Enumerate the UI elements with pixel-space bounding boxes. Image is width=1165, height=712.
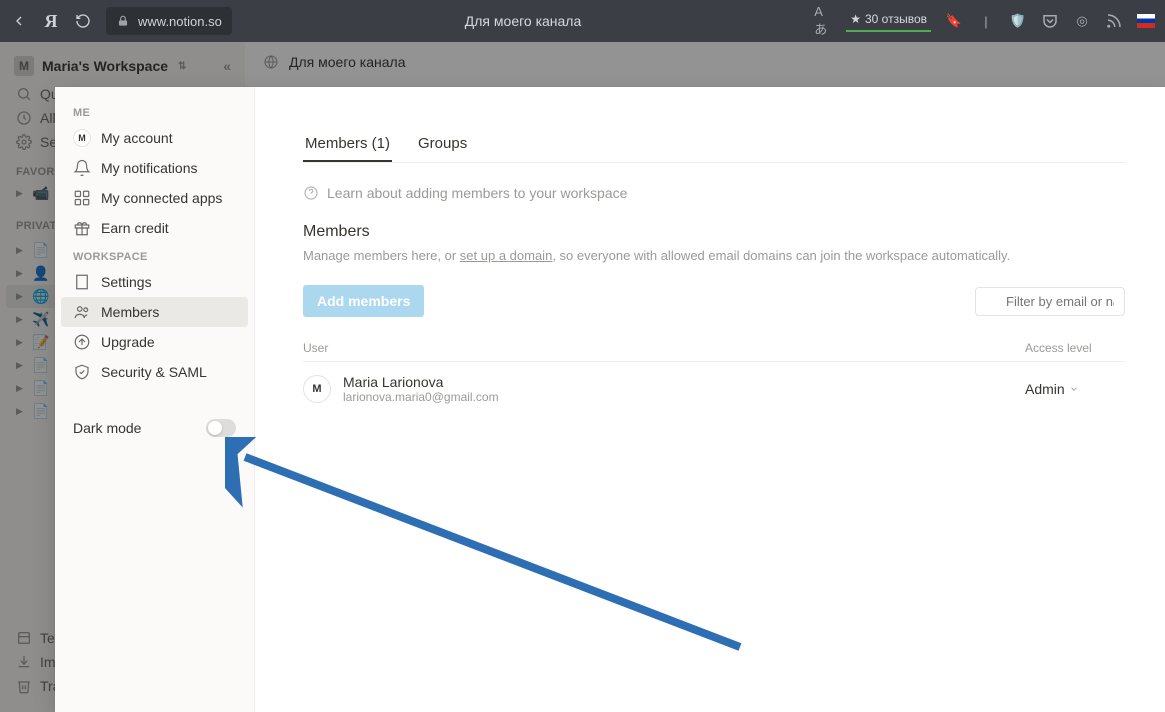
people-icon	[73, 303, 91, 321]
translate-icon[interactable]: Aあ	[814, 12, 832, 30]
divider: |	[977, 12, 995, 30]
address-bar[interactable]: www.notion.so	[106, 7, 232, 35]
back-button[interactable]	[10, 12, 28, 30]
dark-mode-row: Dark mode	[61, 405, 248, 451]
gift-icon	[73, 219, 91, 237]
members-heading: Members	[303, 223, 1125, 241]
my-account-item[interactable]: MMy account	[61, 123, 248, 153]
member-row: M Maria Larionova larionova.maria0@gmail…	[303, 361, 1125, 416]
yandex-logo[interactable]: Я	[42, 12, 60, 30]
pocket-icon[interactable]	[1041, 12, 1059, 30]
member-email: larionova.maria0@gmail.com	[343, 390, 1025, 404]
me-section-label: ME	[61, 99, 248, 123]
workspace-section-label: WORKSPACE	[61, 243, 248, 267]
members-table-header: User Access level	[303, 341, 1125, 361]
settings-item[interactable]: Settings	[61, 267, 248, 297]
column-access: Access level	[1025, 341, 1125, 355]
tab-groups[interactable]: Groups	[416, 129, 469, 162]
settings-modal: ME MMy account My notifications My conne…	[55, 87, 1165, 712]
member-access-level[interactable]: Admin	[1025, 381, 1125, 397]
add-members-button[interactable]: Add members	[303, 285, 424, 317]
bookmark-icon[interactable]: 🔖	[945, 12, 963, 30]
reviews-chip[interactable]: ★30 отзывов	[846, 10, 931, 32]
connected-apps-item[interactable]: My connected apps	[61, 183, 248, 213]
chevron-down-icon	[1069, 384, 1079, 394]
tab-title: Для моего канала	[246, 13, 800, 29]
upgrade-item[interactable]: Upgrade	[61, 327, 248, 357]
browser-chrome: Я www.notion.so Для моего канала Aあ ★30 …	[0, 0, 1165, 42]
column-user: User	[303, 341, 1025, 355]
earn-credit-item[interactable]: Earn credit	[61, 213, 248, 243]
extension-icon-2[interactable]: ◎	[1073, 12, 1091, 30]
my-notifications-item[interactable]: My notifications	[61, 153, 248, 183]
rss-icon[interactable]	[1105, 12, 1123, 30]
dark-mode-label: Dark mode	[73, 420, 141, 436]
tab-members[interactable]: Members (1)	[303, 129, 392, 162]
members-item[interactable]: Members	[61, 297, 248, 327]
setup-domain-link[interactable]: set up a domain	[460, 248, 553, 263]
building-icon	[73, 273, 91, 291]
shield-icon	[73, 363, 91, 381]
apps-icon	[73, 189, 91, 207]
filter-members-input[interactable]	[975, 287, 1125, 316]
flag-icon[interactable]	[1137, 12, 1155, 30]
tabs: Members (1) Groups	[303, 129, 1125, 163]
help-link[interactable]: Learn about adding members to your works…	[303, 185, 1125, 201]
members-description: Manage members here, or set up a domain,…	[303, 247, 1125, 265]
settings-sidebar: ME MMy account My notifications My conne…	[55, 87, 255, 712]
member-name: Maria Larionova	[343, 374, 1025, 390]
url-text: www.notion.so	[138, 14, 222, 29]
bell-icon	[73, 159, 91, 177]
security-saml-item[interactable]: Security & SAML	[61, 357, 248, 387]
user-avatar-icon: M	[73, 129, 91, 147]
notion-app: M Maria's Workspace ⇅ « Quick Find All U…	[0, 42, 1165, 712]
reload-button[interactable]	[74, 12, 92, 30]
help-icon	[303, 185, 319, 201]
dark-mode-toggle[interactable]	[206, 419, 236, 437]
lock-icon	[116, 14, 130, 28]
upgrade-icon	[73, 333, 91, 351]
settings-content: Members (1) Groups Learn about adding me…	[255, 87, 1165, 712]
member-avatar: M	[303, 375, 331, 403]
extension-icon-1[interactable]: 🛡️	[1009, 12, 1027, 30]
